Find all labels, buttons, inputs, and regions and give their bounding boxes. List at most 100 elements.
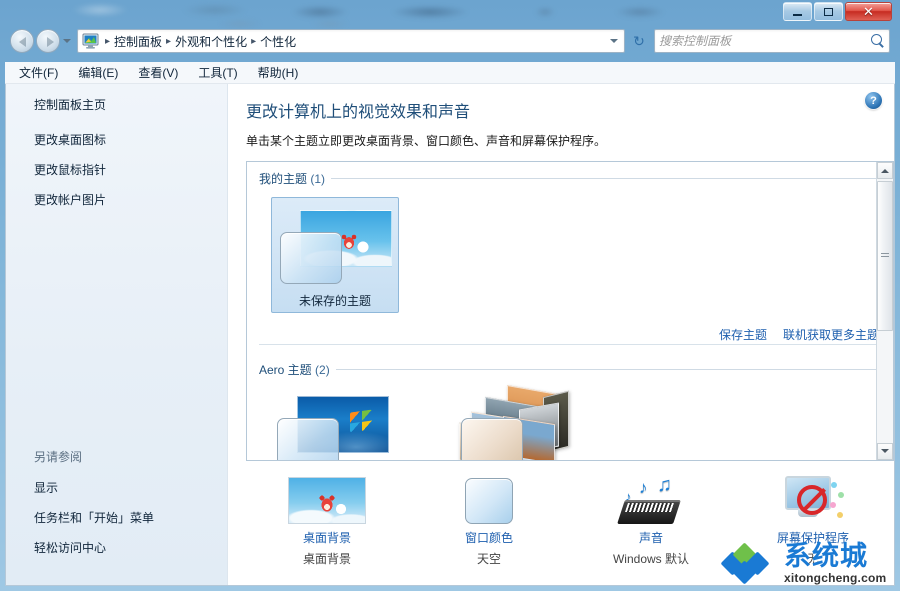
grip-icon xyxy=(881,253,889,259)
window-color-preview xyxy=(461,418,523,461)
breadcrumb-separator: ▸ xyxy=(165,36,172,47)
music-note-icon: ♫ xyxy=(657,474,672,497)
theme-name: 未保存的主题 xyxy=(275,292,395,309)
refresh-icon: ↻ xyxy=(633,33,645,50)
close-icon: ✕ xyxy=(863,4,874,20)
group-header-my-themes: 我的主题 (1) xyxy=(259,170,883,187)
menu-edit[interactable]: 编辑(E) xyxy=(78,64,118,81)
caret-down-icon xyxy=(881,449,889,457)
setting-value: 天空 xyxy=(408,550,570,567)
menu-file[interactable]: 文件(F) xyxy=(19,64,58,81)
address-bar[interactable]: ▸ 控制面板 ▸ 外观和个性化 ▸ 个性化 xyxy=(77,29,625,53)
scroll-up-button[interactable] xyxy=(877,162,893,179)
close-button[interactable]: ✕ xyxy=(845,2,892,21)
setting-window-color[interactable]: 窗口颜色 天空 xyxy=(408,472,570,567)
help-icon[interactable]: ? xyxy=(865,92,882,109)
back-button[interactable] xyxy=(10,29,34,53)
window-color-icon xyxy=(408,472,570,524)
main-panel: ? 更改计算机上的视觉效果和声音 单击某个主题立即更改桌面背景、窗口颜色、声音和… xyxy=(228,84,894,585)
minimize-icon xyxy=(793,14,802,16)
menu-help[interactable]: 帮助(H) xyxy=(258,64,299,81)
sidebar-item-change-account-picture[interactable]: 更改帐户图片 xyxy=(34,191,227,208)
window-controls: ✕ xyxy=(783,2,892,21)
address-dropdown-button[interactable] xyxy=(606,35,622,47)
sidebar-item-control-panel-home[interactable]: 控制面板主页 xyxy=(34,96,227,113)
theme-tile-china[interactable] xyxy=(439,388,561,461)
theme-thumbnail xyxy=(275,388,389,461)
personalization-window: ✕ ▸ 控制面板 ▸ 外观和个性化 xyxy=(0,0,900,591)
minimize-button[interactable] xyxy=(783,2,812,21)
search-icon xyxy=(871,34,885,48)
scrollbar-thumb[interactable] xyxy=(877,181,893,331)
theme-row-my-themes: 未保存的主题 xyxy=(259,193,883,319)
menu-view[interactable]: 查看(V) xyxy=(138,64,178,81)
search-box[interactable] xyxy=(654,29,890,53)
maximize-button[interactable] xyxy=(814,2,843,21)
sidebar-item-change-desktop-icons[interactable]: 更改桌面图标 xyxy=(34,131,227,148)
prohibited-icon xyxy=(797,485,827,515)
keyboard-icon xyxy=(617,500,681,524)
group-header-aero-themes: Aero 主题 (2) xyxy=(259,361,883,378)
setting-desktop-background[interactable]: 桌面背景 桌面背景 xyxy=(246,472,408,567)
theme-list-scrollbar[interactable] xyxy=(876,162,893,460)
chevron-down-icon xyxy=(63,39,71,47)
setting-label[interactable]: 屏幕保护程序 xyxy=(732,529,894,546)
page-subtitle: 单击某个主题立即更改桌面背景、窗口颜色、声音和屏幕保护程序。 xyxy=(246,132,894,149)
sidebar-see-also: 另请参阅 显示 任务栏和「开始」菜单 轻松访问中心 xyxy=(34,448,154,569)
sidebar: 控制面板主页 更改桌面图标 更改鼠标指针 更改帐户图片 另请参阅 显示 任务栏和… xyxy=(6,84,228,585)
navigation-bar: ▸ 控制面板 ▸ 外观和个性化 ▸ 个性化 ↻ xyxy=(4,22,896,60)
setting-screen-saver[interactable]: 屏幕保护程序 无 xyxy=(732,472,894,567)
sidebar-item-change-mouse-pointers[interactable]: 更改鼠标指针 xyxy=(34,161,227,178)
caret-up-icon xyxy=(881,165,889,173)
sidebar-top-links: 控制面板主页 更改桌面图标 更改鼠标指针 更改帐户图片 xyxy=(6,84,227,208)
theme-thumbnail xyxy=(278,202,392,288)
get-more-themes-online-link[interactable]: 联机获取更多主题 xyxy=(783,326,879,343)
music-note-icon: ♪ xyxy=(639,478,648,498)
setting-value: Windows 默认 xyxy=(570,550,732,567)
group-rule xyxy=(331,178,883,179)
title-bar: ✕ xyxy=(0,0,900,22)
sidebar-item-ease-of-access-center[interactable]: 轻松访问中心 xyxy=(34,539,154,556)
sound-icon: ♪ ♪ ♫ xyxy=(570,472,732,524)
wallpaper-icon xyxy=(246,472,408,524)
breadcrumb-personalization[interactable]: 个性化 xyxy=(257,33,299,50)
theme-tile-unsaved[interactable]: 未保存的主题 xyxy=(271,197,399,313)
sidebar-item-display[interactable]: 显示 xyxy=(34,479,154,496)
theme-panel-links: 保存主题 联机获取更多主题 xyxy=(719,326,879,343)
group-rule xyxy=(336,369,883,370)
recent-pages-dropdown[interactable] xyxy=(60,30,74,52)
breadcrumb-separator: ▸ xyxy=(104,36,111,47)
theme-tile-windows7[interactable] xyxy=(271,388,393,461)
settings-shortcut-row: 桌面背景 桌面背景 窗口颜色 天空 ♪ ♪ ♫ xyxy=(246,472,894,567)
theme-thumbnail xyxy=(443,388,557,461)
setting-value: 无 xyxy=(732,550,894,567)
breadcrumb-control-panel[interactable]: 控制面板 xyxy=(111,33,165,50)
panel-divider xyxy=(259,344,883,345)
theme-list-inner: 我的主题 (1) 未保存的主题 保存主题 xyxy=(247,162,893,461)
setting-value: 桌面背景 xyxy=(246,550,408,567)
content-area: 控制面板主页 更改桌面图标 更改鼠标指针 更改帐户图片 另请参阅 显示 任务栏和… xyxy=(5,84,895,586)
sidebar-item-taskbar-start-menu[interactable]: 任务栏和「开始」菜单 xyxy=(34,509,154,526)
see-also-heading: 另请参阅 xyxy=(34,448,154,465)
menu-bar: 文件(F) 编辑(E) 查看(V) 工具(T) 帮助(H) xyxy=(5,62,895,84)
screensaver-icon xyxy=(732,472,894,524)
forward-button[interactable] xyxy=(36,29,60,53)
setting-label[interactable]: 声音 xyxy=(570,529,732,546)
refresh-button[interactable]: ↻ xyxy=(627,29,651,53)
scroll-down-button[interactable] xyxy=(877,443,893,460)
window-color-preview xyxy=(277,418,339,461)
maximize-icon xyxy=(824,8,833,16)
group-title-aero-themes: Aero 主题 (2) xyxy=(259,361,330,378)
setting-label[interactable]: 窗口颜色 xyxy=(408,529,570,546)
menu-tools[interactable]: 工具(T) xyxy=(198,64,237,81)
setting-sounds[interactable]: ♪ ♪ ♫ 声音 Windows 默认 xyxy=(570,472,732,567)
scrollbar-track[interactable] xyxy=(877,179,893,443)
chevron-down-icon xyxy=(610,39,618,47)
breadcrumb-appearance[interactable]: 外观和个性化 xyxy=(172,33,250,50)
breadcrumb-separator: ▸ xyxy=(250,36,257,47)
save-theme-link[interactable]: 保存主题 xyxy=(719,326,767,343)
search-input[interactable] xyxy=(659,34,871,48)
window-color-preview xyxy=(280,232,342,284)
page-title: 更改计算机上的视觉效果和声音 xyxy=(246,98,894,122)
setting-label[interactable]: 桌面背景 xyxy=(246,529,408,546)
